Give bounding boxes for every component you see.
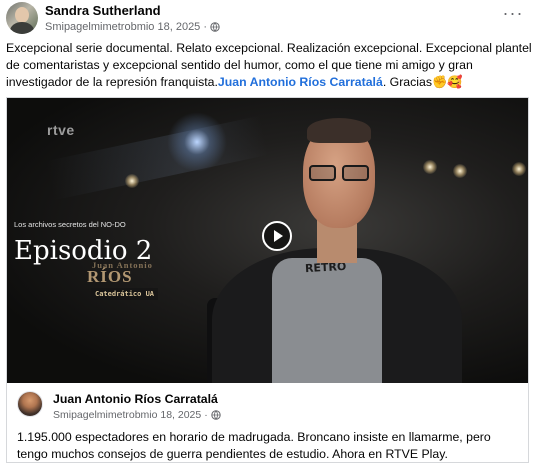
post-text: Excepcional serie documental. Relato exc…: [6, 40, 532, 91]
play-icon[interactable]: [262, 221, 292, 251]
more-options-button[interactable]: ···: [502, 4, 524, 22]
shared-author-name[interactable]: Juan Antonio Ríos Carratalá: [53, 392, 218, 406]
studio-light: [167, 112, 227, 172]
bokeh-light: [512, 162, 526, 176]
globe-icon[interactable]: [211, 410, 221, 420]
post-date[interactable]: Smipagelmimetrobmio 18, 2025: [45, 21, 200, 33]
series-title: Los archivos secretos del NO-DO: [14, 220, 126, 229]
meta-separator: ·: [203, 21, 207, 33]
post-header: Sandra Sutherland Smipagelmimetrobmio 18…: [6, 2, 532, 36]
shared-author-avatar[interactable]: [17, 391, 43, 417]
glasses: [307, 165, 371, 183]
mention-link[interactable]: Juan Antonio Ríos Carratalá: [218, 75, 383, 89]
author-avatar[interactable]: [6, 2, 38, 34]
lower-third-surname: RÍOS: [87, 267, 133, 286]
shared-post-meta: Smipagelmimetrobmio 18, 2025 ·: [53, 409, 221, 421]
author-name[interactable]: Sandra Sutherland: [45, 3, 161, 18]
interviewee-hair: [307, 118, 371, 143]
interviewee-shirt: [272, 258, 382, 383]
bokeh-light: [125, 174, 139, 188]
episode-title: Episodio 2: [14, 236, 153, 266]
post-meta: Smipagelmimetrobmio 18, 2025 ·: [45, 21, 220, 33]
light-beam: [45, 115, 269, 201]
globe-icon[interactable]: [210, 22, 220, 32]
video-player[interactable]: RETRO rtve Los archivos secretos del NO-…: [6, 97, 529, 383]
post-text-end: . Gracias✊🥰: [382, 75, 463, 89]
shared-post-text: 1.195.000 espectadores en horario de mad…: [17, 430, 491, 461]
lower-third-role: Catedrático UA: [91, 288, 159, 300]
glasses-lens: [342, 165, 369, 181]
glasses-lens: [309, 165, 336, 181]
shared-post-card[interactable]: Juan Antonio Ríos Carratalá Smipagelmime…: [6, 383, 529, 463]
rtve-logo: rtve: [47, 122, 75, 138]
bokeh-light: [423, 160, 437, 174]
shared-post-date[interactable]: Smipagelmimetrobmio 18, 2025: [53, 409, 201, 421]
meta-separator: ·: [204, 409, 208, 421]
bokeh-light: [453, 164, 467, 178]
